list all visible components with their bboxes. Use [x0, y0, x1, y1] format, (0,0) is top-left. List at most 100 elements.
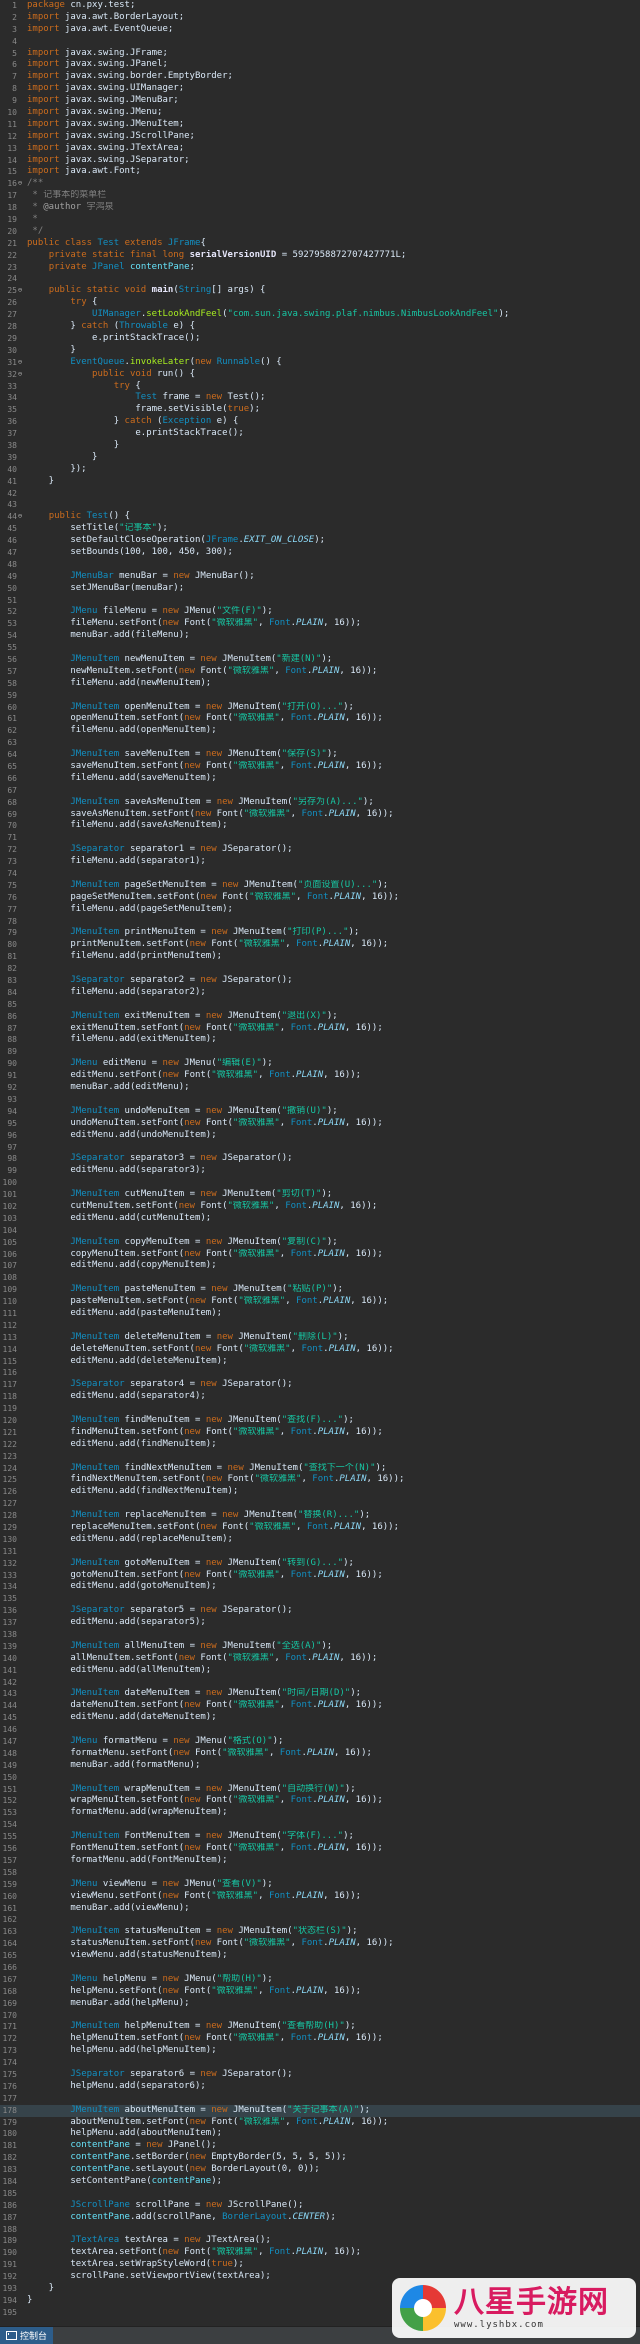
code-line[interactable]: 36 } catch (Exception e) { [0, 416, 640, 428]
code-line[interactable]: 17 * 记事本的菜单栏 [0, 190, 640, 202]
code-line[interactable]: 156 FontMenuItem.setFont(new Font("微软雅黑"… [0, 1843, 640, 1855]
code-line[interactable]: 83 JSeparator separator2 = new JSeparato… [0, 975, 640, 987]
code-line[interactable]: 183 contentPane.setLayout(new BorderLayo… [0, 2164, 640, 2176]
code-line[interactable]: 27 UIManager.setLookAndFeel("com.sun.jav… [0, 309, 640, 321]
code-line[interactable]: 187 contentPane.add(scrollPane, BorderLa… [0, 2212, 640, 2224]
code-line[interactable]: 140 allMenuItem.setFont(new Font("微软雅黑",… [0, 1653, 640, 1665]
code-line[interactable]: 19 * [0, 214, 640, 226]
code-line[interactable]: 149 menuBar.add(formatMenu); [0, 1760, 640, 1772]
code-line[interactable]: 30 } [0, 345, 640, 357]
code-line[interactable]: 23 private JPanel contentPane; [0, 262, 640, 274]
code-line[interactable]: 133 gotoMenuItem.setFont(new Font("微软雅黑"… [0, 1570, 640, 1582]
code-line[interactable]: 26 try { [0, 297, 640, 309]
code-line[interactable]: 167 JMenu helpMenu = new JMenu("帮助(H)"); [0, 1974, 640, 1986]
code-line[interactable]: 99 editMenu.add(separator3); [0, 1165, 640, 1177]
code-line[interactable]: 52 JMenu fileMenu = new JMenu("文件(F)"); [0, 606, 640, 618]
code-line[interactable]: 109 JMenuItem pasteMenuItem = new JMenuI… [0, 1284, 640, 1296]
code-line[interactable]: 151 JMenuItem wrapMenuItem = new JMenuIt… [0, 1784, 640, 1796]
code-line[interactable]: 169 menuBar.add(helpMenu); [0, 1998, 640, 2010]
code-line[interactable]: 29 e.printStackTrace(); [0, 333, 640, 345]
code-line[interactable]: 58 fileMenu.add(newMenuItem); [0, 678, 640, 690]
code-line[interactable]: 43 [0, 499, 640, 511]
code-line[interactable]: 108 [0, 1272, 640, 1284]
code-line[interactable]: 79 JMenuItem printMenuItem = new JMenuIt… [0, 927, 640, 939]
code-line[interactable]: 163 JMenuItem statusMenuItem = new JMenu… [0, 1926, 640, 1938]
code-line[interactable]: 124 JMenuItem findNextMenuItem = new JMe… [0, 1463, 640, 1475]
code-line[interactable]: 28 } catch (Throwable e) { [0, 321, 640, 333]
code-line[interactable]: 15 import java.awt.Font; [0, 166, 640, 178]
code-line[interactable]: 122 editMenu.add(findMenuItem); [0, 1439, 640, 1451]
code-line[interactable]: 118 editMenu.add(separator4); [0, 1391, 640, 1403]
code-line[interactable]: 37 e.printStackTrace(); [0, 428, 640, 440]
code-line[interactable]: 190 textArea.setFont(new Font("微软雅黑", Fo… [0, 2247, 640, 2259]
fold-toggle-icon[interactable]: ⊖ [17, 511, 23, 523]
code-line[interactable]: 48 [0, 559, 640, 571]
code-line[interactable]: 161 menuBar.add(viewMenu); [0, 1903, 640, 1915]
code-line[interactable]: 51 [0, 595, 640, 607]
code-line[interactable]: 45 setTitle("记事本"); [0, 523, 640, 535]
code-line[interactable]: 84 fileMenu.add(separator2); [0, 987, 640, 999]
code-line[interactable]: 168 helpMenu.setFont(new Font("微软雅黑", Fo… [0, 1986, 640, 1998]
code-line[interactable]: 126 editMenu.add(findNextMenuItem); [0, 1486, 640, 1498]
code-line[interactable]: 64 JMenuItem saveMenuItem = new JMenuIte… [0, 749, 640, 761]
code-line[interactable]: 177 [0, 2093, 640, 2105]
code-line[interactable]: 178 JMenuItem aboutMenuItem = new JMenuI… [0, 2104, 640, 2117]
code-line[interactable]: 159 JMenu viewMenu = new JMenu("查看(V)"); [0, 1879, 640, 1891]
code-line[interactable]: 125 findNextMenuItem.setFont(new Font("微… [0, 1474, 640, 1486]
code-line[interactable]: 185 [0, 2188, 640, 2200]
code-line[interactable]: 166 [0, 1962, 640, 1974]
code-line[interactable]: 75 JMenuItem pageSetMenuItem = new JMenu… [0, 880, 640, 892]
code-line[interactable]: 115 editMenu.add(deleteMenuItem); [0, 1356, 640, 1368]
code-line[interactable]: 59 [0, 690, 640, 702]
code-line[interactable]: 70 fileMenu.add(saveAsMenuItem); [0, 820, 640, 832]
code-line[interactable]: 94 JMenuItem undoMenuItem = new JMenuIte… [0, 1106, 640, 1118]
code-line[interactable]: 174 [0, 2057, 640, 2069]
code-line[interactable]: 116 [0, 1367, 640, 1379]
code-line[interactable]: 121 findMenuItem.setFont(new Font("微软雅黑"… [0, 1427, 640, 1439]
code-line[interactable]: 102 cutMenuItem.setFont(new Font("微软雅黑",… [0, 1201, 640, 1213]
code-line[interactable]: 164 statusMenuItem.setFont(new Font("微软雅… [0, 1938, 640, 1950]
code-line[interactable]: 68 JMenuItem saveAsMenuItem = new JMenuI… [0, 797, 640, 809]
code-line[interactable]: 3 import java.awt.EventQueue; [0, 24, 640, 36]
code-line[interactable]: 9 import javax.swing.JMenuBar; [0, 95, 640, 107]
code-line[interactable]: 143 JMenuItem dateMenuItem = new JMenuIt… [0, 1688, 640, 1700]
code-line[interactable]: 80 printMenuItem.setFont(new Font("微软雅黑"… [0, 939, 640, 951]
code-line[interactable]: 173 helpMenu.add(helpMenuItem); [0, 2045, 640, 2057]
code-line[interactable]: 69 saveAsMenuItem.setFont(new Font("微软雅黑… [0, 809, 640, 821]
code-line[interactable]: 10 import javax.swing.JMenu; [0, 107, 640, 119]
code-line[interactable]: 62 fileMenu.add(openMenuItem); [0, 725, 640, 737]
code-line[interactable]: 97 [0, 1142, 640, 1154]
code-line[interactable]: 155 JMenuItem FontMenuItem = new JMenuIt… [0, 1831, 640, 1843]
code-line[interactable]: 82 [0, 963, 640, 975]
code-line[interactable]: 188 [0, 2224, 640, 2236]
code-line[interactable]: 16 ⊖ /** [0, 178, 640, 190]
code-line[interactable]: 175 JSeparator separator6 = new JSeparat… [0, 2069, 640, 2081]
code-line[interactable]: 139 JMenuItem allMenuItem = new JMenuIte… [0, 1641, 640, 1653]
console-tab[interactable]: 控制台 [0, 2327, 54, 2344]
code-line[interactable]: 150 [0, 1772, 640, 1784]
code-line[interactable]: 89 [0, 1046, 640, 1058]
code-line[interactable]: 127 [0, 1498, 640, 1510]
code-line[interactable]: 120 JMenuItem findMenuItem = new JMenuIt… [0, 1415, 640, 1427]
code-line[interactable]: 35 frame.setVisible(true); [0, 404, 640, 416]
code-line[interactable]: 106 copyMenuItem.setFont(new Font("微软雅黑"… [0, 1249, 640, 1261]
code-line[interactable]: 138 [0, 1629, 640, 1641]
code-line[interactable]: 72 JSeparator separator1 = new JSeparato… [0, 844, 640, 856]
code-line[interactable]: 2 import java.awt.BorderLayout; [0, 12, 640, 24]
fold-toggle-icon[interactable]: ⊖ [17, 369, 23, 381]
code-line[interactable]: 128 JMenuItem replaceMenuItem = new JMen… [0, 1510, 640, 1522]
fold-toggle-icon[interactable]: ⊖ [17, 285, 23, 297]
code-line[interactable]: 119 [0, 1403, 640, 1415]
code-line[interactable]: 98 JSeparator separator3 = new JSeparato… [0, 1153, 640, 1165]
code-line[interactable]: 57 newMenuItem.setFont(new Font("微软雅黑", … [0, 666, 640, 678]
code-line[interactable]: 171 JMenuItem helpMenuItem = new JMenuIt… [0, 2021, 640, 2033]
code-line[interactable]: 22 private static final long serialVersi… [0, 250, 640, 262]
code-line[interactable]: 55 [0, 642, 640, 654]
code-line[interactable]: 104 [0, 1225, 640, 1237]
code-line[interactable]: 170 [0, 2010, 640, 2022]
code-line[interactable]: 141 editMenu.add(allMenuItem); [0, 1665, 640, 1677]
code-line[interactable]: 78 [0, 916, 640, 928]
code-line[interactable]: 162 [0, 1914, 640, 1926]
code-line[interactable]: 132 JMenuItem gotoMenuItem = new JMenuIt… [0, 1558, 640, 1570]
code-line[interactable]: 21 public class Test extends JFrame{ [0, 238, 640, 250]
